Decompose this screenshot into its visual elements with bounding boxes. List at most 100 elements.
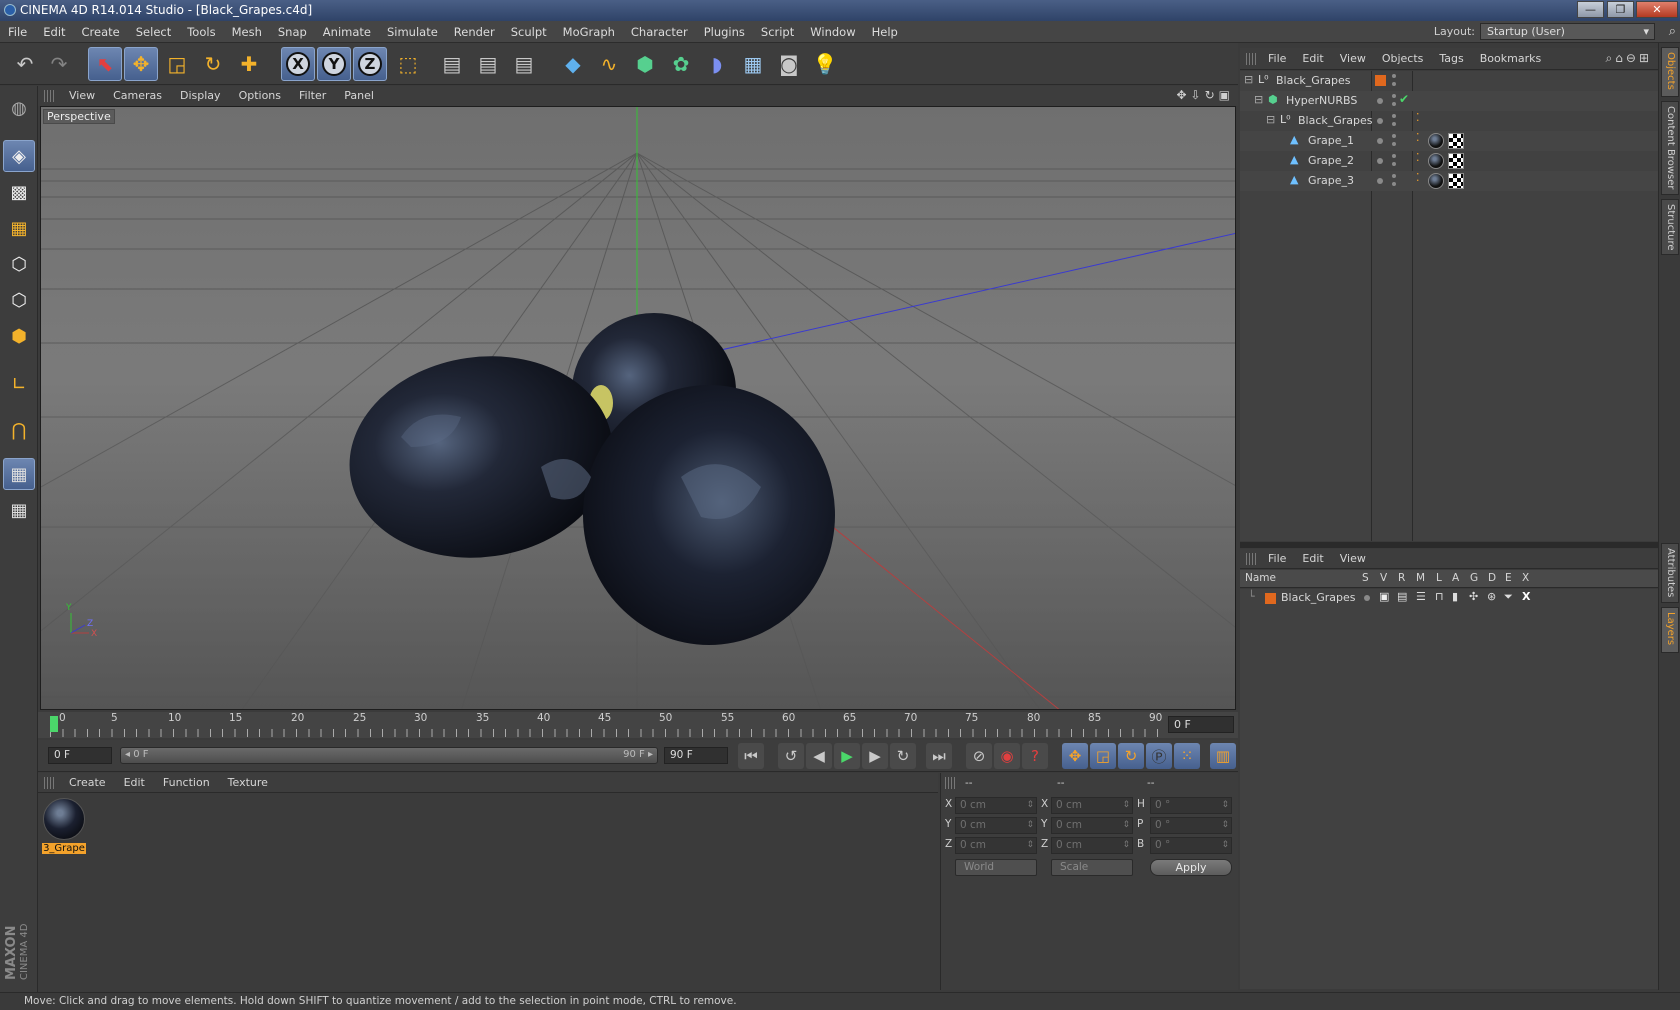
om-menu-edit[interactable]: Edit [1294,48,1331,70]
col-name[interactable]: Name [1245,572,1276,584]
make-editable-icon[interactable]: ◍ [3,92,35,124]
pos-x-field[interactable]: 0 cm [955,797,1037,814]
apply-button[interactable]: Apply [1150,859,1232,876]
collapse-icon[interactable]: ⊟ [1266,114,1278,126]
col-render[interactable]: R [1398,572,1405,584]
expressions-toggle-icon[interactable]: ⏷ [1504,590,1513,604]
render-visibility-dot[interactable] [1392,182,1396,186]
end-frame-field[interactable]: 90 F [664,747,728,764]
view-toggle-icon[interactable]: ▣ [1379,590,1389,603]
rot-h-field[interactable]: 0 ° [1150,797,1232,814]
next-key-icon[interactable]: ↻ [890,743,916,769]
editor-visibility-dot[interactable] [1392,154,1396,158]
maximize-button[interactable]: ❐ [1607,1,1634,18]
col-solo[interactable]: S [1362,572,1369,584]
enabled-check-icon[interactable]: ✔ [1399,92,1409,106]
add-spline-icon[interactable]: ∿ [592,47,626,81]
uvw-tag-icon[interactable] [1448,133,1464,149]
panel-grip-icon[interactable] [1246,553,1256,565]
panel-grip-icon[interactable] [1246,53,1256,65]
snap-settings-icon[interactable]: ▦ [3,494,35,526]
scale-mode-dropdown[interactable]: Scale [1051,859,1133,876]
workplane-lock-icon[interactable]: ▦ [3,458,35,490]
lm-menu-file[interactable]: File [1260,549,1294,569]
viewport-menu-cameras[interactable]: Cameras [104,86,171,106]
col-generators[interactable]: G [1470,572,1478,584]
add-cube-icon[interactable]: ◆ [556,47,590,81]
layer-color-swatch[interactable] [1375,75,1386,86]
previous-key-icon[interactable]: ↺ [778,743,804,769]
close-button[interactable]: ✕ [1636,1,1678,18]
phong-tag-icon[interactable]: ⁚ [1416,111,1420,124]
render-visibility-dot[interactable] [1392,142,1396,146]
render-toggle-icon[interactable]: ▤ [1397,590,1407,603]
editor-visibility-dot[interactable] [1392,74,1396,78]
manager-toggle-icon[interactable]: ☰ [1416,590,1426,603]
add-camera-icon[interactable]: ◙ [772,47,806,81]
om-menu-bookmarks[interactable]: Bookmarks [1472,48,1549,70]
layer-color-swatch[interactable] [1265,593,1276,604]
play-icon[interactable]: ▶ [834,743,860,769]
menu-help[interactable]: Help [864,21,906,43]
perspective-viewport[interactable]: Y Z X Perspective [40,106,1236,710]
object-row[interactable]: ▲ Grape_3 ⁚ [1240,171,1658,191]
uvw-tag-icon[interactable] [1448,153,1464,169]
uvw-tag-icon[interactable] [1448,173,1464,189]
edges-mode-icon[interactable]: ⬡ [3,284,35,316]
go-to-start-icon[interactable]: ⏮ [738,743,764,769]
render-view-icon[interactable]: ▤ [435,47,469,81]
menu-sculpt[interactable]: Sculpt [503,21,555,43]
render-picture-viewer-icon[interactable]: ▤ [471,47,505,81]
menu-simulate[interactable]: Simulate [379,21,446,43]
rot-b-field[interactable]: 0 ° [1150,837,1232,854]
record-rotation-icon[interactable]: ↻ [1118,743,1144,769]
next-frame-icon[interactable]: ▶ [862,743,888,769]
menu-snap[interactable]: Snap [270,21,315,43]
om-search-home-icons[interactable]: ⌕⌂⊖⊞ [1606,51,1652,66]
layer-dot[interactable] [1377,178,1383,184]
object-row[interactable]: ▲ Grape_2 ⁚ [1240,151,1658,171]
add-array-icon[interactable]: ✿ [664,47,698,81]
viewport-menu-options[interactable]: Options [230,86,290,106]
xref-toggle-icon[interactable]: X [1522,590,1530,603]
editor-visibility-dot[interactable] [1392,114,1396,118]
viewport-menu-display[interactable]: Display [171,86,230,106]
redo-icon[interactable]: ↷ [42,47,76,81]
add-deformer-icon[interactable]: ◗ [700,47,734,81]
rot-p-field[interactable]: 0 ° [1150,817,1232,834]
render-visibility-dot[interactable] [1392,82,1396,86]
record-parameter-icon[interactable]: Ⓟ [1146,743,1172,769]
om-menu-view[interactable]: View [1332,48,1374,70]
pos-y-field[interactable]: 0 cm [955,817,1037,834]
col-deformers[interactable]: D [1488,572,1496,584]
material-menu-create[interactable]: Create [60,773,115,793]
deformers-toggle-icon[interactable]: ⊛ [1487,590,1496,603]
layer-dot[interactable] [1377,158,1383,164]
layer-dot[interactable] [1377,118,1383,124]
object-row[interactable]: ⊟ L⁰ Black_Grapes ⁚ [1240,111,1658,131]
material-menu-texture[interactable]: Texture [219,773,277,793]
collapse-icon[interactable]: ⊟ [1254,94,1266,106]
record-position-icon[interactable]: ✥ [1062,743,1088,769]
y-axis-lock-button[interactable]: Y [317,47,351,81]
render-settings-icon[interactable]: ▤ [507,47,541,81]
lm-menu-view[interactable]: View [1332,549,1374,569]
material-tag-icon[interactable] [1428,153,1444,169]
add-light-icon[interactable]: 💡 [808,47,842,81]
col-view[interactable]: V [1380,572,1387,584]
phong-tag-icon[interactable]: ⁚ [1416,131,1420,144]
keyframe-selection-icon[interactable]: ? [1022,743,1048,769]
coordinate-space-dropdown[interactable]: World [955,859,1037,876]
phong-tag-icon[interactable]: ⁚ [1416,151,1420,164]
layout-dropdown[interactable]: Startup (User) [1480,23,1655,40]
menu-mograph[interactable]: MoGraph [555,21,623,43]
viewport-menu-panel[interactable]: Panel [335,86,383,106]
undo-icon[interactable]: ↶ [8,47,42,81]
render-visibility-dot[interactable] [1392,102,1396,106]
panel-grip-icon[interactable] [945,777,955,789]
panel-grip-icon[interactable] [44,90,54,102]
tab-content-browser[interactable]: Content Browser [1661,101,1679,195]
col-expressions[interactable]: E [1505,572,1512,584]
pos-z-field[interactable]: 0 cm [955,837,1037,854]
add-floor-icon[interactable]: ▦ [736,47,770,81]
